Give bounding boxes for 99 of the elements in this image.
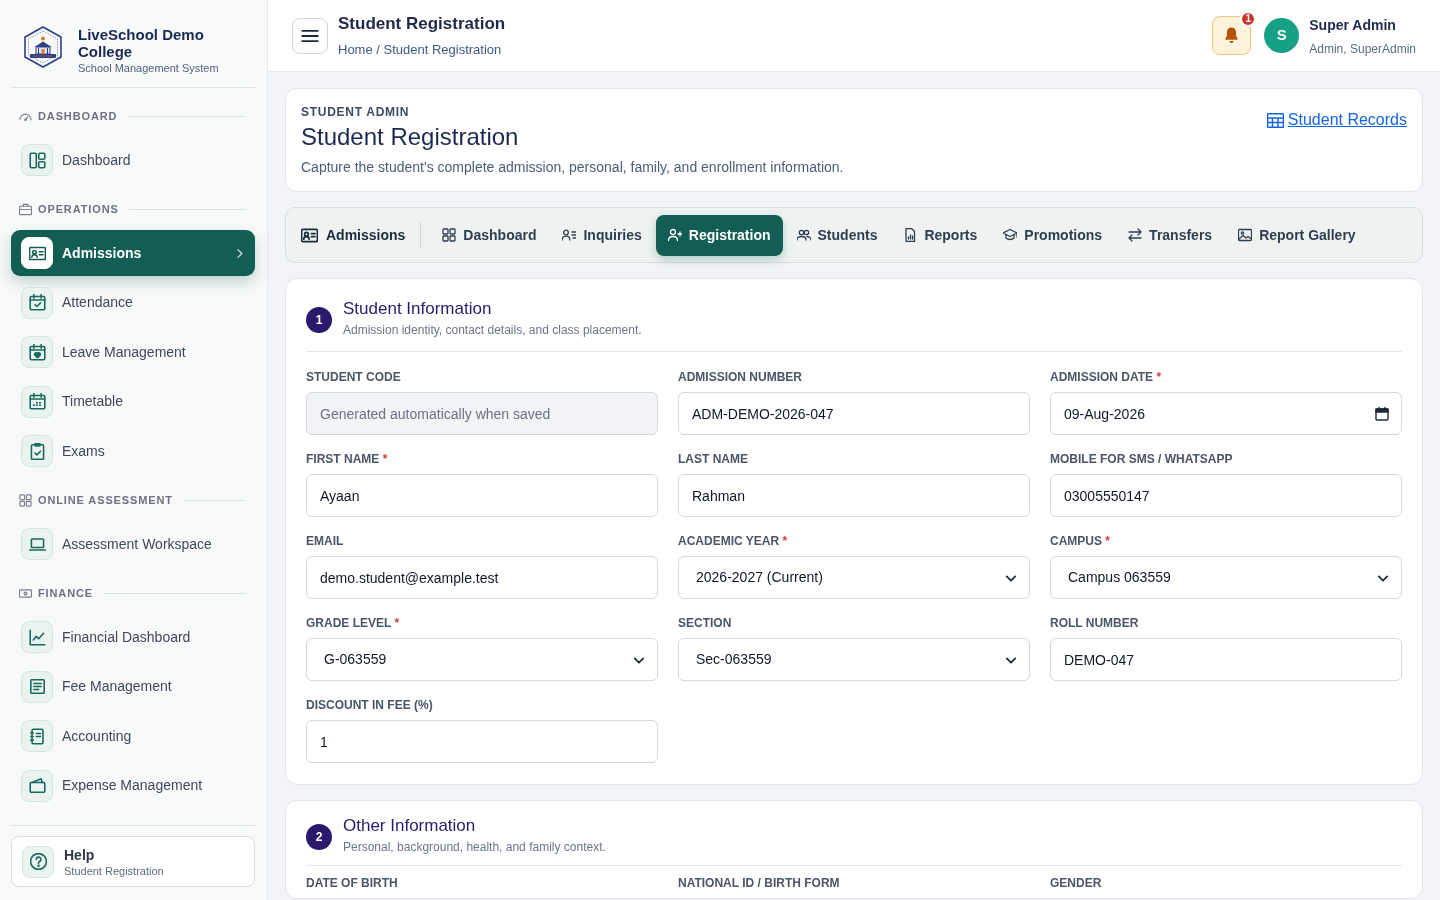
graduation-cap-icon: [1003, 228, 1018, 242]
image-icon: [1238, 228, 1253, 242]
nav-tab[interactable]: Dashboard: [430, 214, 549, 256]
page-heading: Student Registration: [301, 122, 520, 152]
swap-arrows-icon: [1128, 228, 1143, 242]
field-label: MOBILE FOR SMS / WHATSAPP: [1050, 451, 1234, 467]
text-field[interactable]: 1: [306, 720, 658, 763]
sidebar-item[interactable]: Fee Management: [11, 663, 255, 710]
field-label: DATE OF BIRTH: [306, 875, 399, 891]
nav-tab[interactable]: Students: [784, 214, 890, 256]
notebook-icon: [21, 720, 53, 752]
field-label: LAST NAME: [678, 451, 749, 467]
id-card-icon: [21, 237, 53, 269]
student-records-link[interactable]: Student Records: [1266, 108, 1407, 132]
sidebar-item[interactable]: Admissions: [11, 230, 255, 276]
nav-tab[interactable]: Transfers: [1116, 214, 1225, 256]
section-subtitle: Admission identity, contact details, and class placement.: [343, 322, 642, 338]
section-heading: FINANCE: [38, 585, 94, 601]
laptop-icon: [21, 528, 53, 560]
section-title: Other Information: [343, 815, 477, 837]
sidebar-item[interactable]: Financial Dashboard: [11, 614, 255, 660]
line-chart-icon: [21, 621, 53, 653]
page-title: Student Registration: [338, 12, 506, 35]
field-label: GRADE LEVEL *: [306, 615, 401, 631]
menu-button[interactable]: [292, 17, 328, 54]
section-title: Student Information: [343, 298, 493, 320]
calendar-dots-icon: [21, 385, 53, 418]
section-subtitle: Personal, background, health, and family context.: [343, 839, 606, 855]
text-field[interactable]: Ayaan: [306, 474, 658, 517]
sidebar-item[interactable]: Accounting: [11, 713, 255, 759]
briefcase-icon: [19, 202, 32, 216]
field-label: EMAIL: [306, 533, 345, 549]
banknote-icon: [19, 586, 32, 600]
field-label: FIRST NAME *: [306, 451, 389, 467]
field-label: SECTION: [678, 615, 733, 631]
dropdown-field[interactable]: Campus 063559: [1050, 556, 1402, 599]
field-label: ACADEMIC YEAR *: [678, 533, 789, 549]
panels-icon: [21, 144, 53, 176]
section-heading: OPERATIONS: [38, 201, 119, 217]
field-label: ROLL NUMBER: [1050, 615, 1140, 631]
field-label: NATIONAL ID / BIRTH FORM: [678, 875, 841, 891]
nav-tab[interactable]: Promotions: [991, 214, 1115, 256]
text-field[interactable]: 03005550147: [1050, 474, 1402, 517]
field-label: ADMISSION NUMBER: [678, 369, 803, 385]
section-heading: DASHBOARD: [38, 108, 118, 124]
user-name: Super Admin: [1309, 15, 1397, 35]
school-crest-icon: [22, 26, 64, 68]
receipt-icon: [21, 670, 53, 703]
field-label: CAMPUS *: [1050, 533, 1111, 549]
nav-tab[interactable]: Inquiries: [550, 214, 654, 256]
chevron-right-icon: [234, 247, 245, 259]
calendar-check-icon: [21, 286, 53, 319]
people-icon: [796, 228, 811, 242]
person-plus-icon: [667, 228, 682, 242]
page-description: Capture the student's complete admission, personal, family, and enrollment information.: [301, 158, 844, 177]
sidebar-item[interactable]: Exams: [11, 428, 255, 474]
date-field[interactable]: 09-Aug-2026: [1050, 392, 1402, 435]
notification-badge: 1: [1240, 11, 1257, 27]
nav-tab[interactable]: Reports: [891, 214, 990, 256]
dropdown-field[interactable]: G-063559: [306, 638, 658, 681]
field-label: STUDENT CODE: [306, 369, 402, 385]
dropdown-field[interactable]: Sec-063559: [678, 638, 1030, 681]
sidebar-item[interactable]: Attendance: [11, 279, 255, 326]
help-subtitle: Student Registration: [64, 863, 164, 878]
sidebar-item[interactable]: Assessment Workspace: [11, 521, 255, 567]
field-label: DISCOUNT IN FEE (%): [306, 697, 434, 713]
page-eyebrow: STUDENT ADMIN: [301, 104, 411, 120]
brand-tagline: School Management System: [78, 61, 220, 75]
section-heading: ONLINE ASSESSMENT: [38, 492, 173, 508]
text-field[interactable]: ADM-DEMO-2026-047: [678, 392, 1030, 435]
table-icon: [1266, 111, 1284, 129]
grid-icon: [19, 493, 32, 507]
dropdown-field[interactable]: 2026-2027 (Current): [678, 556, 1030, 599]
person-list-icon: [562, 228, 577, 242]
sidebar-item[interactable]: Dashboard: [11, 137, 255, 183]
nav-tab[interactable]: Registration: [655, 214, 783, 256]
text-field[interactable]: Rahman: [678, 474, 1030, 517]
step-number: 2: [306, 824, 332, 850]
help-title: Help: [64, 845, 96, 864]
sidebar-item[interactable]: Expense Management: [11, 762, 255, 809]
field-label: GENDER: [1050, 875, 1103, 891]
id-card-icon: [301, 226, 318, 244]
file-chart-icon: [903, 228, 918, 242]
field-label: ADMISSION DATE *: [1050, 369, 1163, 385]
breadcrumb: Home / Student Registration: [338, 40, 503, 59]
grid-icon: [442, 228, 457, 242]
wallet-icon: [21, 769, 53, 802]
brand-name: LiveSchool Demo College: [78, 26, 205, 60]
sidebar-item[interactable]: Timetable: [11, 378, 255, 425]
nav-tab[interactable]: Report Gallery: [1226, 214, 1368, 256]
module-title: Admissions: [326, 225, 406, 245]
user-roles: Admin, SuperAdmin: [1309, 40, 1416, 57]
sidebar-item[interactable]: Leave Management: [11, 329, 255, 375]
step-number: 1: [306, 307, 332, 333]
bell-icon: [1223, 27, 1241, 44]
text-field[interactable]: DEMO-047: [1050, 638, 1402, 681]
text-field[interactable]: demo.student@example.test: [306, 556, 658, 599]
calendar-icon: [1375, 406, 1389, 421]
clipboard-check-icon: [21, 435, 53, 467]
